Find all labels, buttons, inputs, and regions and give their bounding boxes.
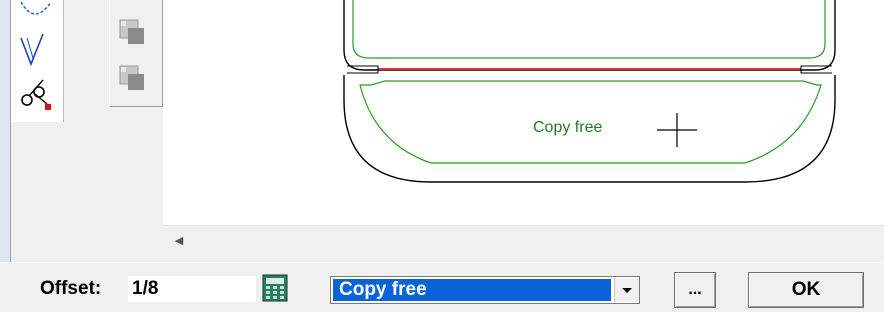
tool-icons — [20, 1, 52, 110]
circle-tool-icon[interactable] — [20, 1, 52, 15]
offset-label: Offset: — [40, 278, 102, 299]
tool-panel-lower — [11, 122, 164, 262]
top-panel-outline — [343, 0, 836, 71]
more-options-button[interactable]: ... — [674, 272, 716, 308]
calculator-icon[interactable] — [262, 274, 288, 302]
copy-square-icon[interactable] — [118, 18, 148, 48]
ok-button[interactable]: OK — [748, 272, 864, 308]
scissors-tool-icon[interactable] — [21, 79, 51, 110]
drawing-canvas[interactable]: Copy free — [163, 0, 884, 225]
chevron-down-icon — [622, 288, 632, 293]
top-panel-offset — [352, 0, 826, 59]
copy-square-icon[interactable] — [118, 64, 148, 94]
crosshair-cursor — [657, 113, 697, 147]
canvas-piece-label: Copy free — [533, 119, 603, 136]
scroll-left-arrow-icon[interactable]: ◀ — [172, 234, 186, 248]
dropdown-arrow-button[interactable] — [614, 278, 639, 302]
v-cut-tool-icon[interactable] — [20, 33, 44, 67]
pattern-drawing — [343, 0, 836, 183]
secondary-tool-strip — [109, 0, 163, 107]
offset-input[interactable] — [128, 276, 256, 302]
window-left-edge — [0, 0, 11, 262]
mode-dropdown-value[interactable]: Copy free — [333, 279, 611, 301]
tool-strip — [11, 0, 64, 122]
horizontal-scrollbar[interactable] — [163, 225, 884, 263]
